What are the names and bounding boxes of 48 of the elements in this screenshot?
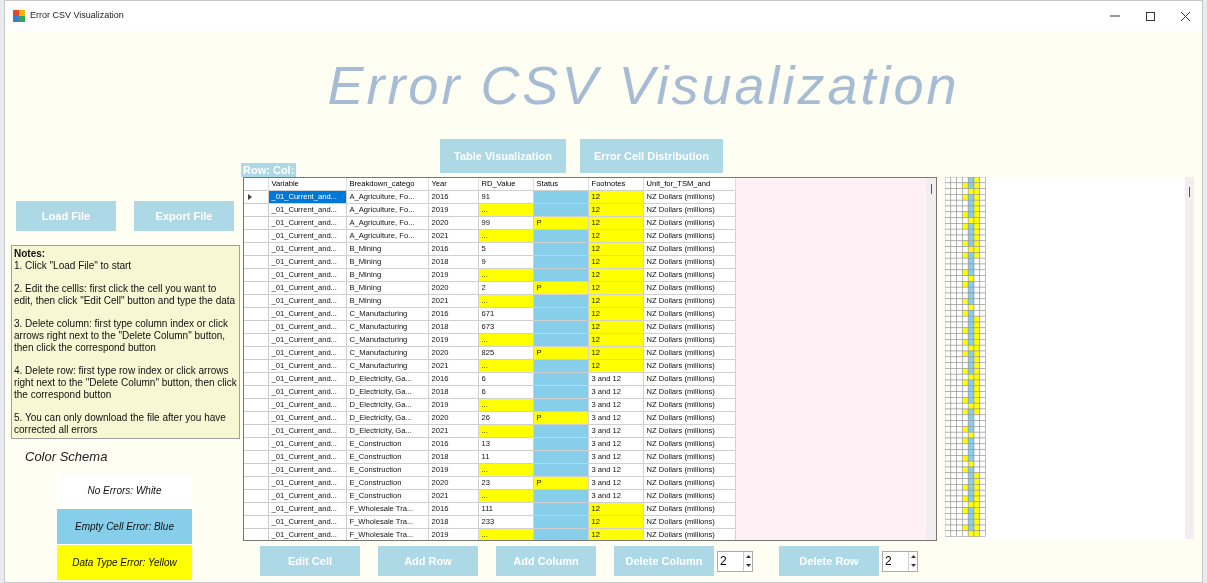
note-text: 4. Delete row: first type row index or click arrows right next to the "Delete Column" button, then click the correspond button — [14, 365, 237, 401]
spin-down-icon[interactable] — [745, 564, 751, 568]
color-swatch: Data Type Error: Yellow — [57, 544, 192, 580]
table-cell[interactable] — [533, 294, 588, 308]
table-cell[interactable] — [533, 242, 588, 256]
table-cell[interactable] — [533, 229, 588, 243]
table-cell[interactable] — [533, 307, 588, 321]
note-text: 3. Delete column: first type column index or click arrows right next to the "Delete Column" button, then click the correspond button — [14, 318, 229, 354]
note-text: 1. Click "Load File" to start — [14, 260, 133, 272]
app-heading: Error CSV Visualization — [327, 53, 960, 117]
table-cell[interactable] — [533, 437, 588, 451]
scrollbar[interactable] — [926, 178, 936, 540]
table-cell[interactable] — [533, 320, 588, 334]
spin-up-icon[interactable] — [910, 554, 916, 558]
color-swatch: Empty Cell Error: Blue — [57, 508, 192, 544]
note-text: 5. You can only download the file after you have corrected all errors — [14, 412, 227, 436]
note-text: 2. Edit the cellls: first click the cell you want to edit, then click "Edit Cell" button and type the data — [14, 283, 237, 307]
color-schema-title: Color Schema — [25, 448, 109, 466]
table-cell[interactable] — [533, 424, 588, 438]
row-indicator-icon — [248, 194, 252, 200]
maximize-icon[interactable] — [1146, 11, 1155, 21]
number-spinner[interactable]: 2 — [882, 550, 918, 572]
color-swatch: No Errors: White — [57, 472, 192, 508]
table-cell[interactable] — [533, 528, 588, 540]
scrollbar[interactable] — [1185, 177, 1194, 539]
table-cell[interactable] — [533, 385, 588, 399]
table-cell[interactable] — [533, 190, 588, 204]
table-cell[interactable] — [533, 203, 588, 217]
table-cell[interactable] — [533, 372, 588, 386]
table-cell[interactable] — [533, 450, 588, 464]
spin-down-icon[interactable] — [910, 564, 916, 568]
table-cell[interactable] — [533, 359, 588, 373]
table-cell[interactable] — [533, 333, 588, 347]
table-cell[interactable] — [533, 515, 588, 529]
table-cell[interactable] — [533, 398, 588, 412]
window-title: Error CSV Visualization — [30, 9, 124, 23]
table-cell[interactable] — [533, 255, 588, 269]
table-cell[interactable] — [533, 268, 588, 282]
table-cell[interactable] — [533, 463, 588, 477]
app-icon — [13, 10, 25, 22]
table-cell[interactable] — [533, 489, 588, 503]
number-spinner[interactable]: 2 — [717, 550, 753, 572]
notes-title: Notes: — [14, 248, 47, 260]
table-cell[interactable] — [533, 502, 588, 516]
spin-up-icon[interactable] — [745, 554, 751, 558]
close-icon[interactable] — [1181, 11, 1190, 21]
position-label: Row: Col: — [241, 163, 297, 177]
row-header[interactable] — [244, 190, 268, 204]
